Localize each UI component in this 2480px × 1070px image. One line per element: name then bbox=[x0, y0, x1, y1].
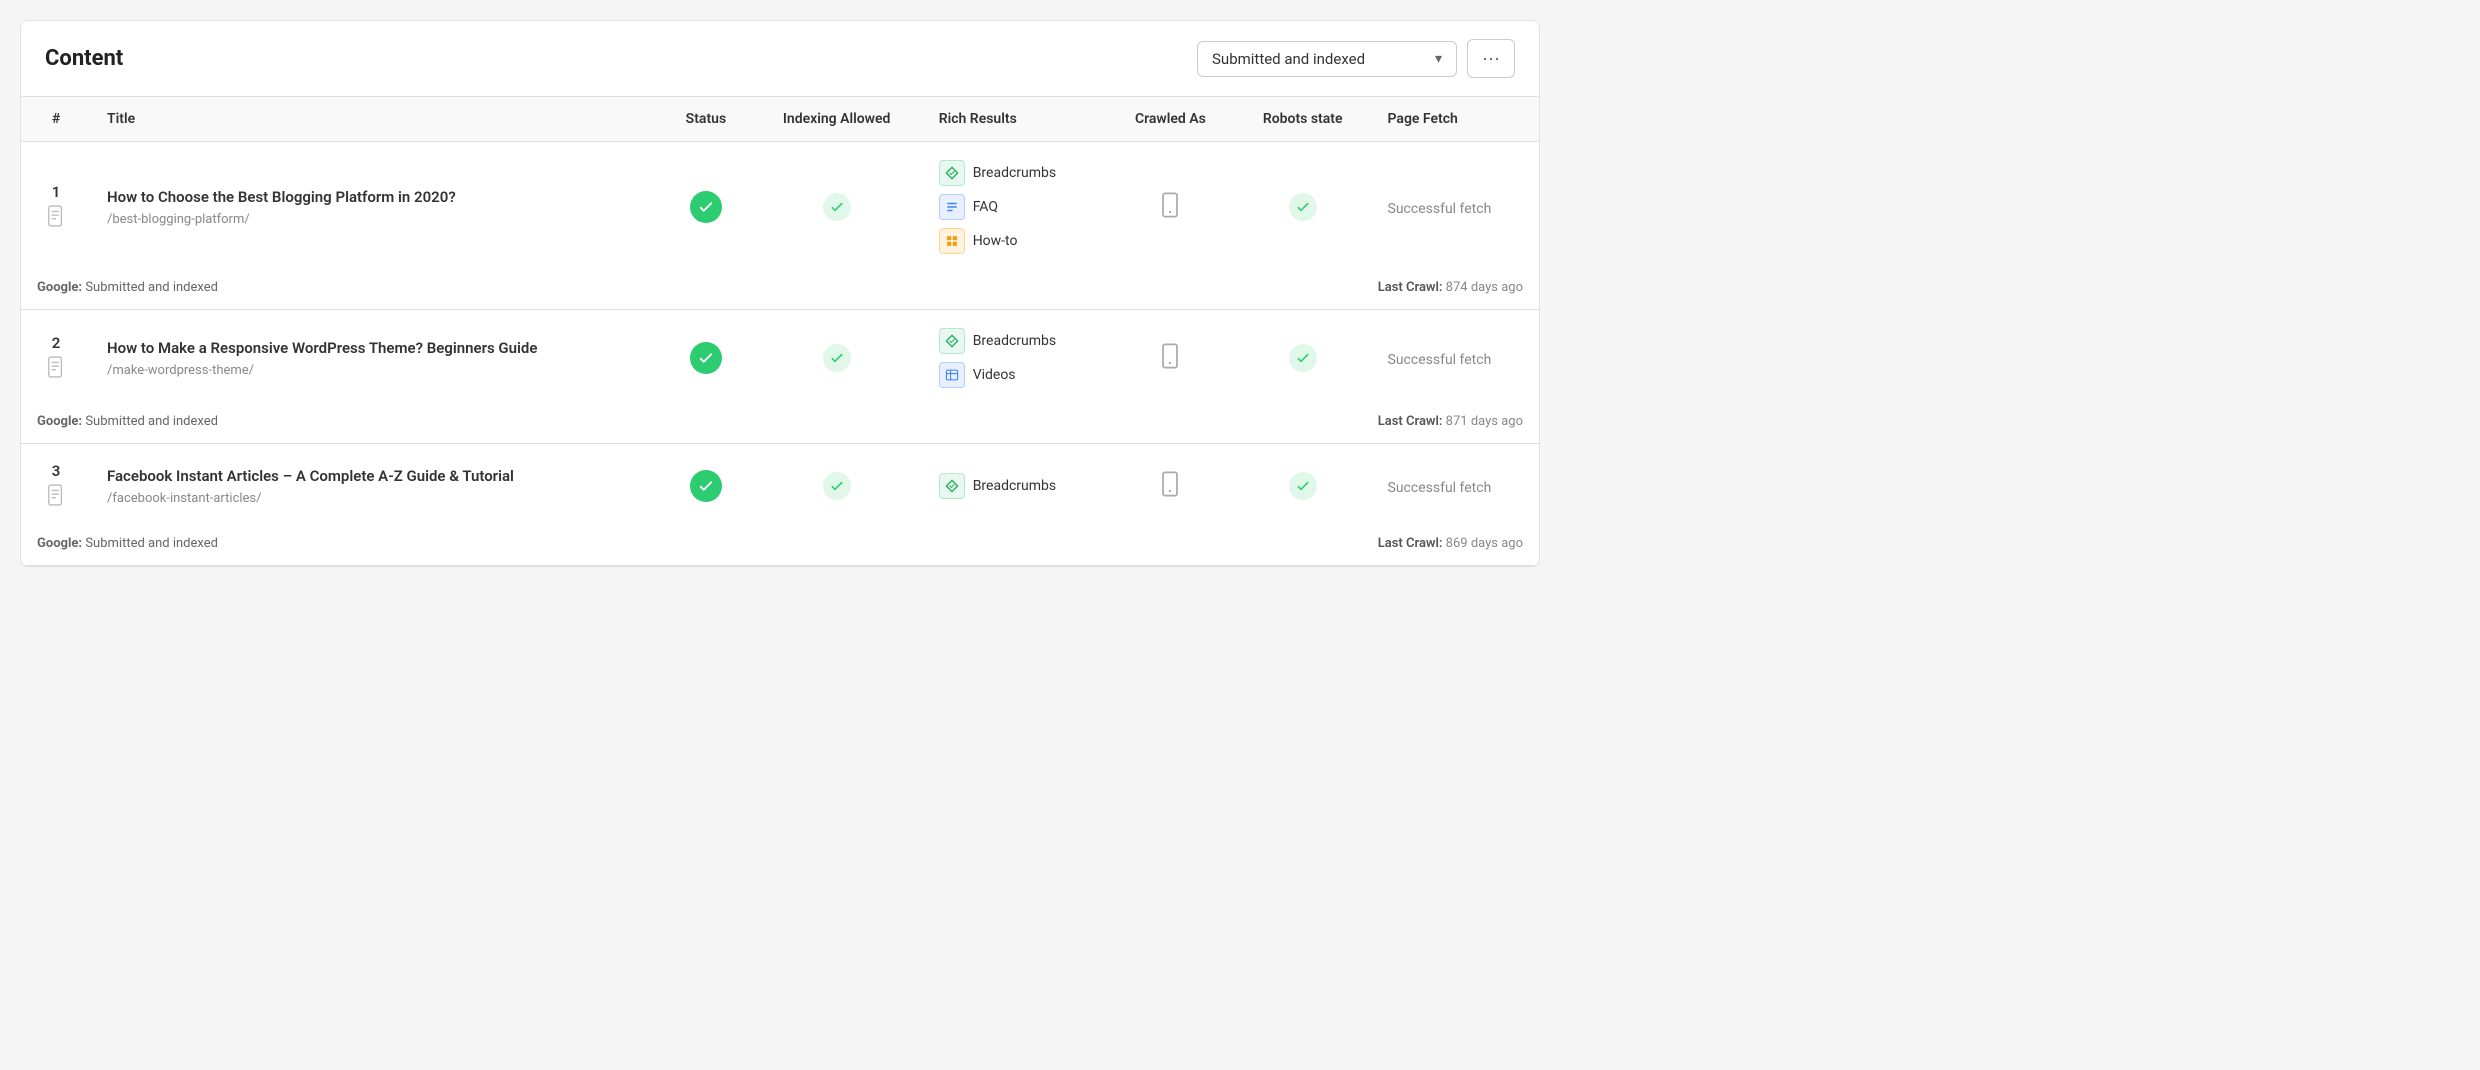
more-options-button[interactable]: ··· bbox=[1467, 39, 1515, 78]
header-controls: Submitted and indexed ▾ ··· bbox=[1197, 39, 1515, 78]
page-title: Content bbox=[45, 46, 123, 71]
rich-results-cell: Breadcrumbs bbox=[923, 444, 1107, 529]
page-fetch-cell: Successful fetch bbox=[1372, 310, 1539, 407]
mobile-icon bbox=[1156, 204, 1184, 223]
rich-result-item: How-to bbox=[939, 228, 1091, 254]
indexing-allowed-cell bbox=[751, 310, 923, 407]
status-info-row: Google: Submitted and indexed Last Crawl… bbox=[21, 406, 1539, 444]
rich-result-item: FAQ bbox=[939, 194, 1091, 220]
rich-result-item: Breadcrumbs bbox=[939, 160, 1091, 186]
rich-result-label: How-to bbox=[973, 233, 1018, 249]
table-header-row: # Title Status Indexing Allowed Rich Res… bbox=[21, 97, 1539, 142]
row-number-cell: 1 bbox=[21, 142, 91, 273]
article-title: Facebook Instant Articles – A Complete A… bbox=[107, 466, 645, 487]
document-icon bbox=[37, 484, 75, 510]
main-container: Content Submitted and indexed ▾ ··· # Ti… bbox=[20, 20, 1540, 567]
status-info-row: Google: Submitted and indexed Last Crawl… bbox=[21, 272, 1539, 310]
content-table: # Title Status Indexing Allowed Rich Res… bbox=[21, 96, 1539, 566]
col-indexing: Indexing Allowed bbox=[751, 97, 923, 142]
row-index: 2 bbox=[37, 334, 75, 352]
mobile-icon bbox=[1156, 355, 1184, 374]
col-robots-state: Robots state bbox=[1234, 97, 1372, 142]
status-info-cell: Google: Submitted and indexed Last Crawl… bbox=[21, 272, 1539, 310]
rich-result-icon bbox=[939, 328, 965, 354]
header: Content Submitted and indexed ▾ ··· bbox=[21, 21, 1539, 96]
row-index: 1 bbox=[37, 183, 75, 201]
crawled-as-cell bbox=[1107, 142, 1234, 273]
table-row: 3 Facebook Instant Articles – A Complete… bbox=[21, 444, 1539, 529]
indexing-allowed-cell bbox=[751, 444, 923, 529]
page-fetch-cell: Successful fetch bbox=[1372, 444, 1539, 529]
robots-state-cell bbox=[1234, 444, 1372, 529]
table-row: 1 How to Choose the Best Blogging Platfo… bbox=[21, 142, 1539, 273]
status-cell bbox=[661, 142, 750, 273]
article-url: /facebook-instant-articles/ bbox=[107, 491, 645, 506]
rich-result-item: Breadcrumbs bbox=[939, 473, 1091, 499]
rich-result-icon bbox=[939, 362, 965, 388]
article-title: How to Make a Responsive WordPress Theme… bbox=[107, 338, 645, 359]
status-info-row: Google: Submitted and indexed Last Crawl… bbox=[21, 528, 1539, 566]
rich-result-label: Videos bbox=[973, 367, 1016, 383]
last-crawl-info: Last Crawl: 874 days ago bbox=[1378, 280, 1523, 295]
rich-results-cell: Breadcrumbs FAQ How-to bbox=[923, 142, 1107, 273]
crawled-as-cell bbox=[1107, 444, 1234, 529]
rich-result-label: FAQ bbox=[973, 199, 998, 215]
last-crawl-info: Last Crawl: 871 days ago bbox=[1378, 414, 1523, 429]
page-fetch-cell: Successful fetch bbox=[1372, 142, 1539, 273]
status-info-cell: Google: Submitted and indexed Last Crawl… bbox=[21, 528, 1539, 566]
rich-result-label: Breadcrumbs bbox=[973, 478, 1056, 494]
rich-result-icon bbox=[939, 194, 965, 220]
page-fetch-status: Successful fetch bbox=[1388, 201, 1492, 217]
google-label: Google: Submitted and indexed bbox=[37, 414, 218, 429]
document-icon bbox=[37, 356, 75, 382]
dropdown-selected-value: Submitted and indexed bbox=[1212, 50, 1365, 68]
row-number-cell: 2 bbox=[21, 310, 91, 407]
indexing-allowed-cell bbox=[751, 142, 923, 273]
rich-result-icon bbox=[939, 228, 965, 254]
col-page-fetch: Page Fetch bbox=[1372, 97, 1539, 142]
rich-result-item: Breadcrumbs bbox=[939, 328, 1091, 354]
status-info-cell: Google: Submitted and indexed Last Crawl… bbox=[21, 406, 1539, 444]
rich-result-icon bbox=[939, 160, 965, 186]
crawled-as-cell bbox=[1107, 310, 1234, 407]
row-number-cell: 3 bbox=[21, 444, 91, 529]
article-url: /make-wordpress-theme/ bbox=[107, 363, 645, 378]
col-crawled-as: Crawled As bbox=[1107, 97, 1234, 142]
status-cell bbox=[661, 444, 750, 529]
robots-state-cell bbox=[1234, 310, 1372, 407]
rich-result-item: Videos bbox=[939, 362, 1091, 388]
robots-state-cell bbox=[1234, 142, 1372, 273]
col-status: Status bbox=[661, 97, 750, 142]
rich-result-label: Breadcrumbs bbox=[973, 165, 1056, 181]
row-index: 3 bbox=[37, 462, 75, 480]
status-cell bbox=[661, 310, 750, 407]
document-icon bbox=[37, 205, 75, 231]
chevron-down-icon: ▾ bbox=[1435, 51, 1442, 67]
mobile-icon bbox=[1156, 483, 1184, 502]
rich-results-cell: Breadcrumbs Videos bbox=[923, 310, 1107, 407]
rich-result-label: Breadcrumbs bbox=[973, 333, 1056, 349]
last-crawl-info: Last Crawl: 869 days ago bbox=[1378, 536, 1523, 551]
title-cell[interactable]: Facebook Instant Articles – A Complete A… bbox=[91, 444, 661, 529]
rich-result-icon bbox=[939, 473, 965, 499]
article-title: How to Choose the Best Blogging Platform… bbox=[107, 187, 645, 208]
filter-dropdown[interactable]: Submitted and indexed ▾ bbox=[1197, 41, 1457, 77]
col-title: Title bbox=[91, 97, 661, 142]
table-row: 2 How to Make a Responsive WordPress The… bbox=[21, 310, 1539, 407]
col-number: # bbox=[21, 97, 91, 142]
title-cell[interactable]: How to Choose the Best Blogging Platform… bbox=[91, 142, 661, 273]
article-url: /best-blogging-platform/ bbox=[107, 212, 645, 227]
page-fetch-status: Successful fetch bbox=[1388, 480, 1492, 496]
title-cell[interactable]: How to Make a Responsive WordPress Theme… bbox=[91, 310, 661, 407]
google-label: Google: Submitted and indexed bbox=[37, 280, 218, 295]
page-fetch-status: Successful fetch bbox=[1388, 352, 1492, 368]
google-label: Google: Submitted and indexed bbox=[37, 536, 218, 551]
col-rich-results: Rich Results bbox=[923, 97, 1107, 142]
